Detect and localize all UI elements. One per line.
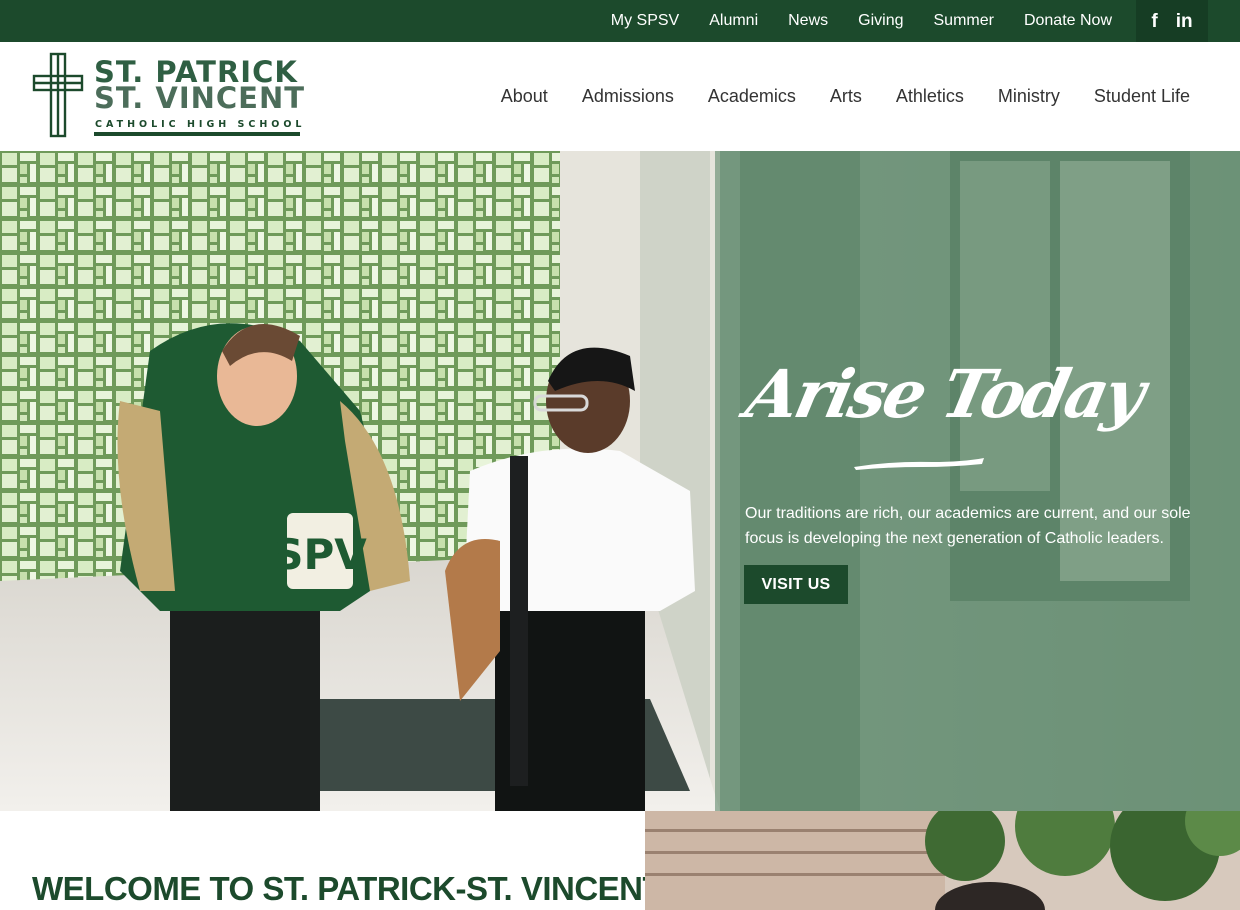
brush-underline xyxy=(854,458,984,470)
hero-overlay xyxy=(715,151,1240,811)
nav-ministry[interactable]: Ministry xyxy=(998,86,1060,107)
social-links: f in xyxy=(1136,0,1208,42)
linkedin-icon[interactable]: in xyxy=(1176,12,1193,31)
utility-link-giving[interactable]: Giving xyxy=(858,12,903,30)
jacket-letter: SPV xyxy=(273,530,367,579)
logo-tagline: CATHOLIC HIGH SCHOOL xyxy=(95,119,306,130)
nav-student-life[interactable]: Student Life xyxy=(1094,86,1190,107)
utility-link-alumni[interactable]: Alumni xyxy=(709,12,758,30)
utility-link-donate-now[interactable]: Donate Now xyxy=(1024,12,1112,30)
welcome-heading: WELCOME TO ST. PATRICK-ST. VINCENT xyxy=(32,870,663,907)
main-nav: About Admissions Academics Arts Athletic… xyxy=(467,42,1190,151)
utility-nav: My SPSV Alumni News Giving Summer Donate… xyxy=(581,0,1112,42)
logo-line-2: ST. VINCENT xyxy=(94,81,306,115)
utility-link-summer[interactable]: Summer xyxy=(934,12,994,30)
facebook-icon[interactable]: f xyxy=(1151,12,1157,31)
nav-about[interactable]: About xyxy=(501,86,548,107)
visit-us-button[interactable]: VISIT US xyxy=(744,565,848,604)
nav-athletics[interactable]: Athletics xyxy=(896,86,964,107)
welcome-photo-image xyxy=(645,811,1240,910)
utility-link-my-spsv[interactable]: My SPSV xyxy=(611,12,679,30)
nav-academics[interactable]: Academics xyxy=(708,86,796,107)
welcome-photo xyxy=(645,811,1240,910)
nav-arts[interactable]: Arts xyxy=(830,86,862,107)
nav-admissions[interactable]: Admissions xyxy=(582,86,674,107)
school-logo[interactable]: ST. PATRICK ST. VINCENT CATHOLIC HIGH SC… xyxy=(32,52,306,140)
hero-description: Our traditions are rich, our academics a… xyxy=(745,505,1191,547)
hero-section: SPV Arise Today Our traditions are rich,… xyxy=(0,151,1240,811)
utility-link-news[interactable]: News xyxy=(788,12,828,30)
hero-heading: Arise Today xyxy=(739,355,1150,433)
logo-underline xyxy=(94,132,300,136)
cross-icon xyxy=(32,52,84,138)
site-header: ST. PATRICK ST. VINCENT CATHOLIC HIGH SC… xyxy=(0,42,1240,151)
utility-bar: My SPSV Alumni News Giving Summer Donate… xyxy=(0,0,1240,42)
